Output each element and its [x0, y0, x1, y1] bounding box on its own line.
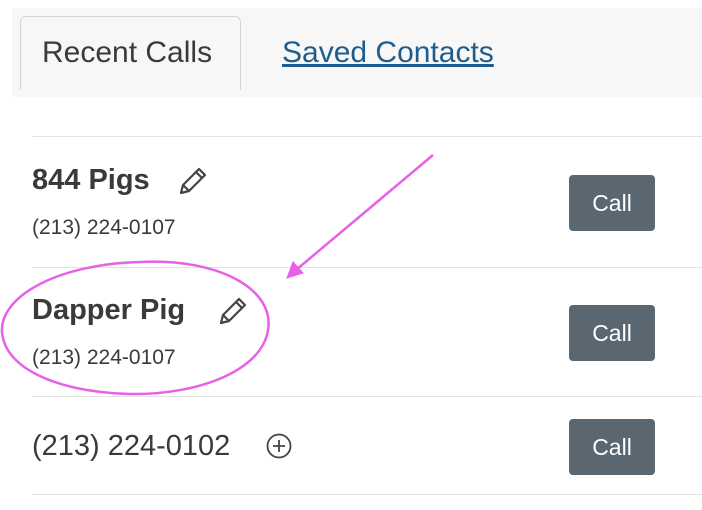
pencil-icon[interactable] — [216, 294, 250, 333]
divider — [32, 396, 702, 397]
divider — [32, 267, 702, 268]
call-button[interactable]: Call — [569, 175, 655, 231]
divider — [32, 494, 702, 495]
tab-saved-contacts[interactable]: Saved Contacts — [282, 38, 494, 68]
contact-name: Dapper Pig — [32, 294, 186, 326]
call-button[interactable]: Call — [569, 419, 655, 475]
annotation-arrow — [286, 154, 434, 279]
contact-name: 844 Pigs — [32, 164, 150, 196]
divider — [32, 136, 702, 137]
contact-phone: (213) 224-0107 — [32, 216, 176, 239]
pencil-icon[interactable] — [176, 164, 210, 203]
contact-phone: (213) 224-0107 — [32, 346, 176, 369]
call-button[interactable]: Call — [569, 305, 655, 361]
tab-recent-calls-label: Recent Calls — [42, 36, 213, 69]
unknown-number: (213) 224-0102 — [32, 430, 231, 462]
plus-circle-icon[interactable] — [265, 432, 293, 465]
